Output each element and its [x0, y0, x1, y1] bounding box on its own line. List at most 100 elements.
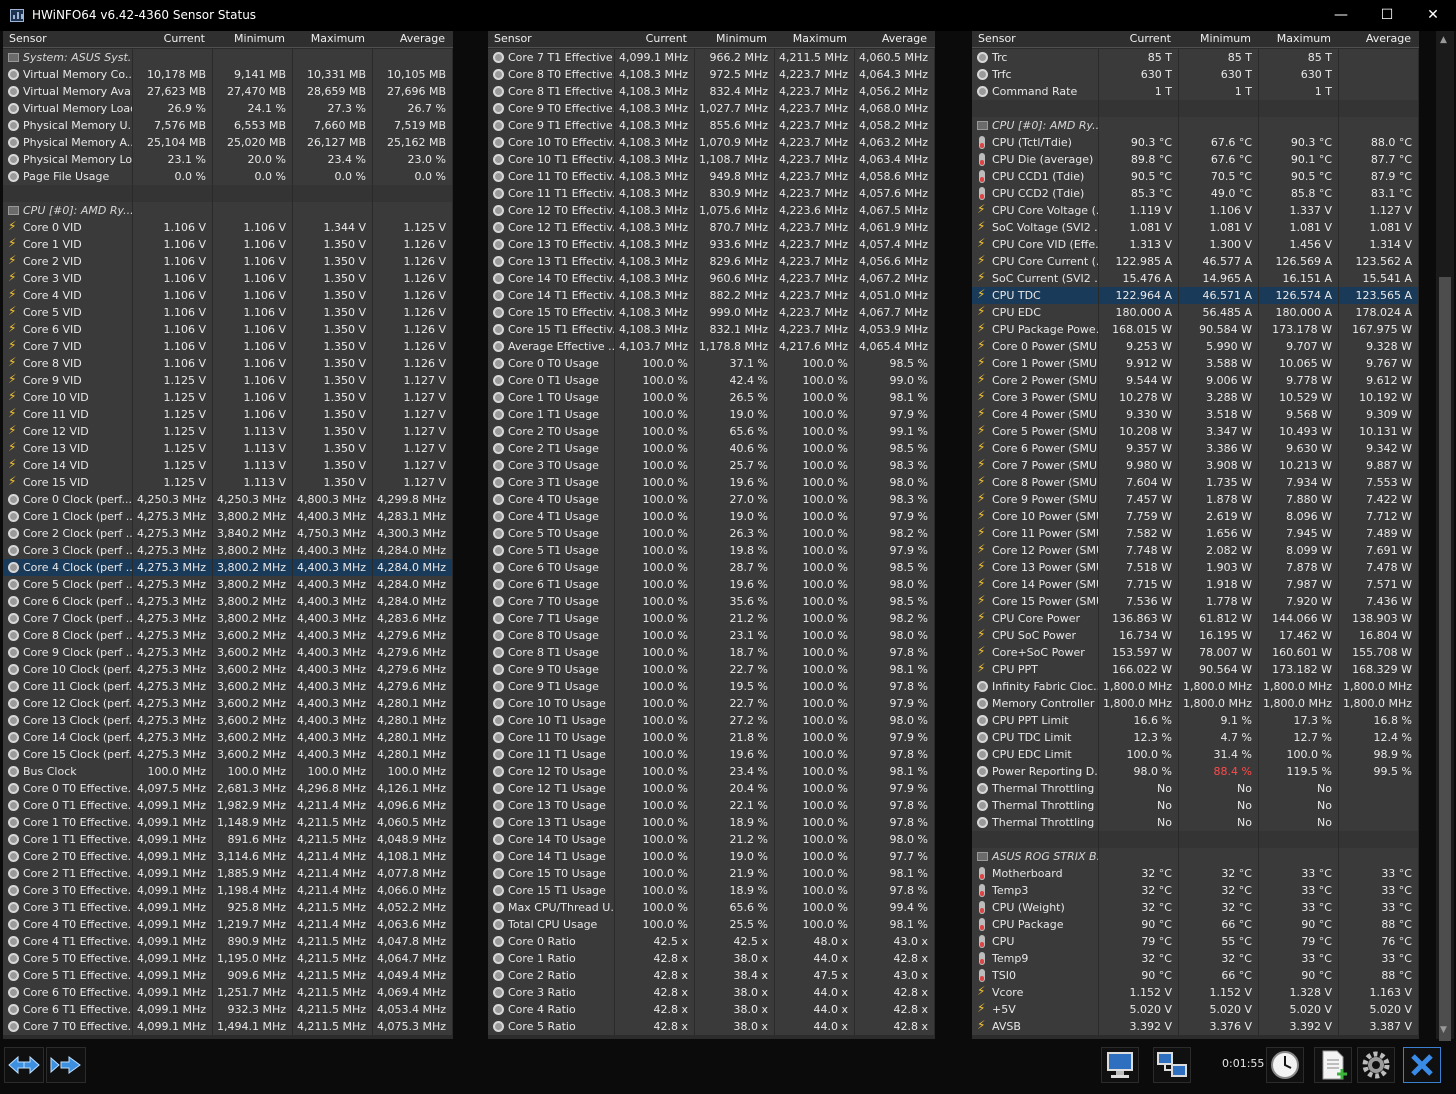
value-average: 4,056.6 MHz	[855, 253, 935, 270]
nav-forward-button[interactable]	[46, 1047, 86, 1083]
value-current: 79 °C	[1099, 933, 1179, 950]
column-header-minimum[interactable]: Minimum	[213, 32, 285, 45]
value-current: 4,108.3 MHz	[615, 270, 695, 287]
value-minimum: 882.2 MHz	[695, 287, 775, 304]
value-maximum: 4,400.3 MHz	[293, 644, 373, 661]
value-current: 10.278 W	[1099, 389, 1179, 406]
value-average: 43.0 x	[855, 933, 935, 950]
sensor-name: Core 8 T1 Usage	[488, 644, 615, 661]
report-button[interactable]	[1314, 1047, 1352, 1083]
value-maximum: 7.945 W	[1259, 525, 1339, 542]
value-average: 4,283.1 MHz	[373, 508, 453, 525]
column-header-current[interactable]: Current	[133, 32, 205, 45]
value-minimum: 3,840.2 MHz	[213, 525, 293, 542]
value-minimum: 1.106 V	[213, 389, 293, 406]
value-average: 98.0 %	[855, 474, 935, 491]
value-current: 4,275.3 MHz	[133, 559, 213, 576]
value-average: 42.8 x	[855, 1001, 935, 1018]
value-average	[1339, 797, 1419, 814]
sensor-name-text: Infinity Fabric Cloc...	[992, 680, 1099, 693]
value-current: 4,275.3 MHz	[133, 729, 213, 746]
column-header-maximum[interactable]: Maximum	[1259, 32, 1331, 45]
sensor-name-text: Physical Memory A...	[23, 136, 133, 149]
value-maximum: 4,223.7 MHz	[775, 117, 855, 134]
sensor-name-text: TSI0	[992, 969, 1016, 982]
sensor-name: ⚡ CPU SoC Power	[972, 627, 1099, 644]
clock-sensor-icon	[493, 52, 504, 63]
sensor-name: Core 3 Clock (perf ...	[3, 542, 133, 559]
lightning-icon: ⚡	[977, 253, 986, 267]
clock-sensor-icon	[977, 69, 988, 80]
lightning-icon: ⚡	[977, 287, 986, 301]
value-maximum: 0.0 %	[293, 168, 373, 185]
network-button[interactable]	[1153, 1047, 1191, 1083]
value-current: 100.0 %	[615, 542, 695, 559]
column-header-maximum[interactable]: Maximum	[775, 32, 847, 45]
value-maximum: 1,800.0 MHz	[1259, 695, 1339, 712]
value-minimum: 27.0 %	[695, 491, 775, 508]
vertical-scrollbar[interactable]: ▲ ▼	[1436, 31, 1454, 1057]
sensor-name-text: CPU [#0]: AMD Ry...	[23, 204, 133, 217]
column-header-minimum[interactable]: Minimum	[1179, 32, 1251, 45]
value-minimum: 1.903 W	[1179, 559, 1259, 576]
close-sensors-button[interactable]	[1403, 1047, 1441, 1083]
value-average: 4,280.1 MHz	[373, 746, 453, 763]
sensor-name-text: Core 7 Clock (perf ...	[23, 612, 133, 625]
clock-sensor-icon	[8, 494, 19, 505]
nav-back-button[interactable]	[4, 1047, 44, 1083]
reset-timer-button[interactable]	[1266, 1047, 1304, 1083]
sensor-name-text: Trc	[992, 51, 1008, 64]
value-current: 90 °C	[1099, 916, 1179, 933]
value-maximum: 1.350 V	[293, 304, 373, 321]
value-minimum: 35.6 %	[695, 593, 775, 610]
sensor-name-text: Core 6 T0 Effective...	[23, 986, 133, 999]
lightning-icon: ⚡	[8, 389, 17, 403]
lightning-icon: ⚡	[977, 661, 986, 675]
scrollbar-thumb[interactable]	[1439, 277, 1451, 1057]
value-maximum: 10.493 W	[1259, 423, 1339, 440]
clock-sensor-icon	[493, 69, 504, 80]
column-header-current[interactable]: Current	[1099, 32, 1171, 45]
value-maximum: 4,211.4 MHz	[293, 916, 373, 933]
clock-sensor-icon	[493, 137, 504, 148]
column-header-sensor[interactable]: Sensor	[494, 32, 532, 45]
column-header-current[interactable]: Current	[615, 32, 687, 45]
settings-button[interactable]	[1357, 1047, 1395, 1083]
sensor-name-text: Core 11 T0 Usage	[508, 731, 606, 744]
value-maximum: 1.350 V	[293, 372, 373, 389]
monitor-button[interactable]	[1101, 1047, 1139, 1083]
value-maximum: 1,800.0 MHz	[1259, 678, 1339, 695]
scroll-down-icon[interactable]: ▼	[1440, 1025, 1447, 1035]
value-minimum: 1,885.9 MHz	[213, 865, 293, 882]
value-minimum: 1.106 V	[213, 270, 293, 287]
value-minimum: 32 °C	[1179, 950, 1259, 967]
clock-sensor-icon	[493, 443, 504, 454]
scroll-up-icon[interactable]: ▲	[1440, 35, 1447, 45]
value-current: 4,275.3 MHz	[133, 712, 213, 729]
value-average: 9.887 W	[1339, 457, 1419, 474]
lightning-icon: ⚡	[8, 423, 17, 437]
maximize-button[interactable]: ☐	[1364, 0, 1410, 31]
column-header-average[interactable]: Average	[1339, 32, 1411, 45]
column-header-average[interactable]: Average	[855, 32, 927, 45]
value-minimum: 3,600.2 MHz	[213, 746, 293, 763]
clock-sensor-icon	[8, 171, 19, 182]
column-header-sensor[interactable]: Sensor	[9, 32, 47, 45]
sensor-name-text: Core 7 VID	[23, 340, 82, 353]
lightning-icon: ⚡	[977, 984, 986, 998]
value-maximum: 4,223.7 MHz	[775, 66, 855, 83]
close-button[interactable]: ✕	[1410, 0, 1456, 31]
clock-sensor-icon	[8, 579, 19, 590]
sensor-name: ⚡ Core 12 VID	[3, 423, 133, 440]
value-minimum: 21.9 %	[695, 865, 775, 882]
sensor-name: Physical Memory U...	[3, 117, 133, 134]
sensor-name-text: Core 9 T0 Usage	[508, 663, 599, 676]
column-header-maximum[interactable]: Maximum	[293, 32, 365, 45]
value-average: 4,284.0 MHz	[373, 559, 453, 576]
value-maximum: 100.0 %	[775, 848, 855, 865]
column-header-sensor[interactable]: Sensor	[978, 32, 1016, 45]
column-header-average[interactable]: Average	[373, 32, 445, 45]
sensor-name-text: Core 0 T0 Usage	[508, 357, 599, 370]
minimize-button[interactable]: —	[1318, 0, 1364, 31]
column-header-minimum[interactable]: Minimum	[695, 32, 767, 45]
